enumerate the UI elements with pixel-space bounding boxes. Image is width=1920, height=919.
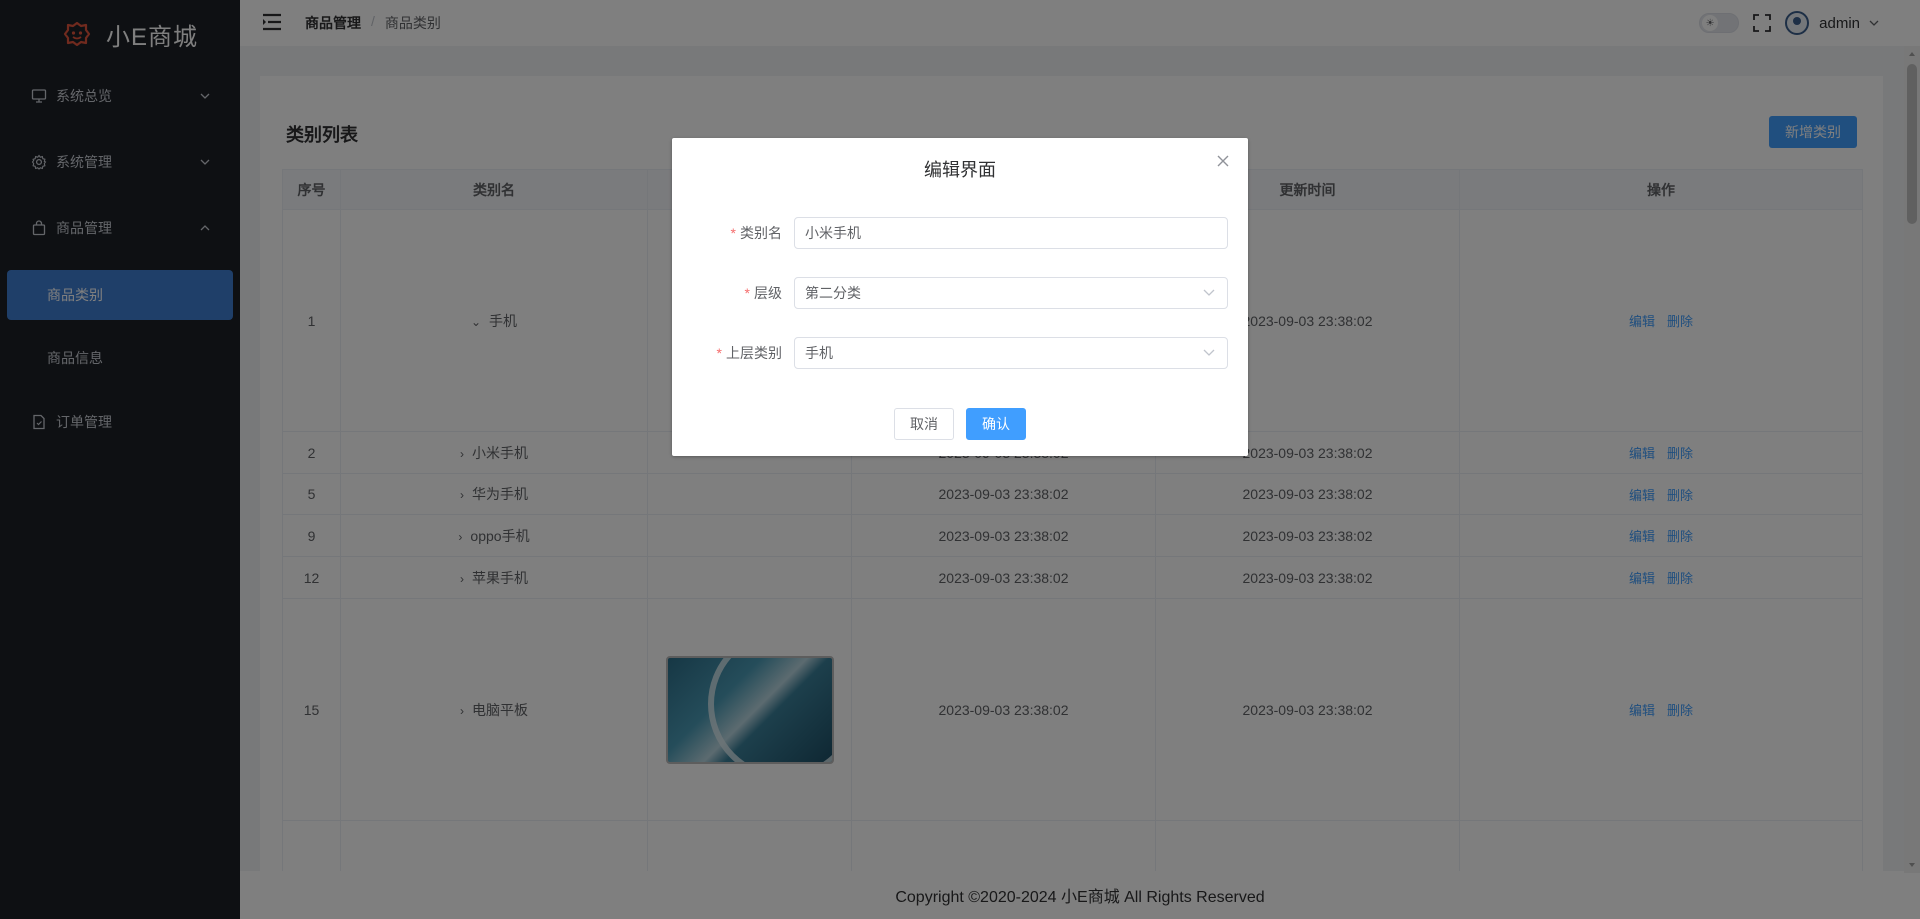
form-row-name: * 类别名 小米手机 xyxy=(672,217,1248,249)
category-name-input[interactable]: 小米手机 xyxy=(794,217,1228,249)
chevron-down-icon xyxy=(1203,349,1215,356)
form-row-level: * 层级 第二分类 xyxy=(672,277,1248,309)
form-label: * 上层类别 xyxy=(716,345,782,361)
form-label: * 层级 xyxy=(744,285,782,301)
cancel-button[interactable]: 取消 xyxy=(894,408,954,440)
confirm-button[interactable]: 确认 xyxy=(966,408,1026,440)
form-row-parent: * 上层类别 手机 xyxy=(672,337,1248,369)
chevron-down-icon xyxy=(1203,289,1215,296)
dialog-title: 编辑界面 xyxy=(924,160,996,180)
close-icon[interactable] xyxy=(1216,154,1230,168)
select-value: 手机 xyxy=(805,345,833,361)
level-select[interactable]: 第二分类 xyxy=(794,277,1228,309)
form-label: * 类别名 xyxy=(730,225,782,241)
parent-category-select[interactable]: 手机 xyxy=(794,337,1228,369)
edit-dialog: 编辑界面 * 类别名 小米手机 * 层级 第二分类 * 上层类别 手机 取消 确认 xyxy=(672,138,1248,456)
select-value: 第二分类 xyxy=(805,285,861,301)
